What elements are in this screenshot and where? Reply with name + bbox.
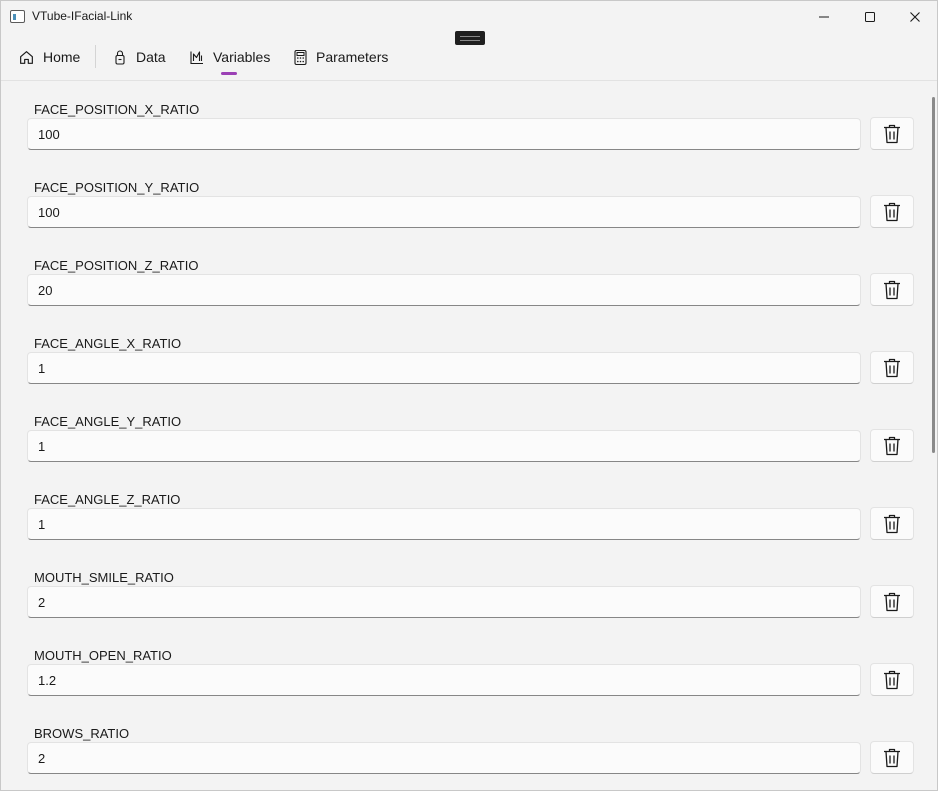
vertical-scrollbar[interactable] — [932, 97, 935, 453]
variables-list: FACE_POSITION_X_RATIO FACE_POSITION_Y_RA… — [1, 82, 931, 790]
minimize-icon — [819, 16, 829, 18]
trash-icon — [884, 436, 900, 455]
variable-value-input[interactable] — [27, 352, 861, 384]
variable-name: FACE_POSITION_X_RATIO — [34, 102, 200, 117]
delete-variable-button[interactable] — [870, 585, 914, 618]
maximize-button[interactable] — [847, 1, 893, 33]
variable-value-input[interactable] — [27, 664, 861, 696]
variable-row: FACE_ANGLE_Y_RATIO — [1, 400, 931, 478]
delete-variable-button[interactable] — [870, 507, 914, 540]
variable-row: FACE_POSITION_Z_RATIO — [1, 244, 931, 322]
selected-tab-indicator — [221, 72, 237, 75]
variable-row: FACE_POSITION_X_RATIO — [1, 88, 931, 166]
variable-row: MOUTH_OPEN_RATIO — [1, 634, 931, 712]
data-icon — [115, 49, 125, 65]
delete-variable-button[interactable] — [870, 741, 914, 774]
nav-item-data[interactable]: Data — [112, 39, 166, 75]
delete-variable-button[interactable] — [870, 429, 914, 462]
trash-icon — [884, 748, 900, 767]
nav-label-parameters: Parameters — [316, 49, 389, 65]
nav-item-home[interactable]: Home — [18, 39, 80, 75]
home-icon — [20, 50, 33, 64]
variable-name: FACE_ANGLE_Z_RATIO — [34, 492, 181, 507]
trash-icon — [884, 514, 900, 533]
variable-name: FACE_ANGLE_X_RATIO — [34, 336, 182, 351]
nav-label-home: Home — [43, 49, 81, 65]
variable-value-input[interactable] — [27, 196, 861, 228]
variable-name: FACE_ANGLE_Y_RATIO — [34, 414, 182, 429]
variable-row: FACE_ANGLE_X_RATIO — [1, 322, 931, 400]
trash-icon — [884, 124, 900, 143]
delete-variable-button[interactable] — [870, 663, 914, 696]
variable-name: FACE_POSITION_Z_RATIO — [34, 258, 199, 273]
close-icon — [910, 12, 920, 22]
variable-name: FACE_POSITION_Y_RATIO — [34, 180, 200, 195]
nav-label-data: Data — [136, 49, 166, 65]
variable-row: MOUTH_SMILE_RATIO — [1, 556, 931, 634]
trash-icon — [884, 280, 900, 299]
nav-label-variables: Variables — [213, 49, 271, 65]
trash-icon — [884, 670, 900, 689]
title-bar[interactable]: VTube-IFacial-Link — [1, 1, 937, 33]
trash-icon — [884, 592, 900, 611]
delete-variable-button[interactable] — [870, 351, 914, 384]
delete-variable-button[interactable] — [870, 273, 914, 306]
variable-name: MOUTH_OPEN_RATIO — [34, 648, 172, 663]
window-title: VTube-IFacial-Link — [32, 9, 133, 23]
nav-separator — [95, 45, 96, 68]
nav-item-variables[interactable]: Variables — [189, 39, 270, 75]
variables-icon — [190, 50, 203, 64]
app-icon — [10, 10, 25, 23]
variable-row: BROWS_RATIO — [1, 712, 931, 790]
variable-name: BROWS_RATIO — [34, 726, 130, 741]
close-button[interactable] — [892, 1, 938, 33]
variable-value-input[interactable] — [27, 508, 861, 540]
delete-variable-button[interactable] — [870, 117, 914, 150]
variable-row: FACE_POSITION_Y_RATIO — [1, 166, 931, 244]
variable-value-input[interactable] — [27, 742, 861, 774]
trash-icon — [884, 358, 900, 377]
variable-value-input[interactable] — [27, 118, 861, 150]
calculator-icon — [294, 49, 307, 65]
maximize-icon — [865, 12, 875, 22]
top-navigation: Home Data Variables Parameters — [1, 39, 937, 81]
variable-value-input[interactable] — [27, 586, 861, 618]
variable-name: MOUTH_SMILE_RATIO — [34, 570, 174, 585]
app-window: VTube-IFacial-Link Home Data Variables P… — [0, 0, 938, 791]
variable-row: FACE_ANGLE_Z_RATIO — [1, 478, 931, 556]
minimize-button[interactable] — [801, 1, 847, 33]
nav-item-parameters[interactable]: Parameters — [293, 39, 388, 75]
variable-value-input[interactable] — [27, 430, 861, 462]
variable-value-input[interactable] — [27, 274, 861, 306]
trash-icon — [884, 202, 900, 221]
delete-variable-button[interactable] — [870, 195, 914, 228]
